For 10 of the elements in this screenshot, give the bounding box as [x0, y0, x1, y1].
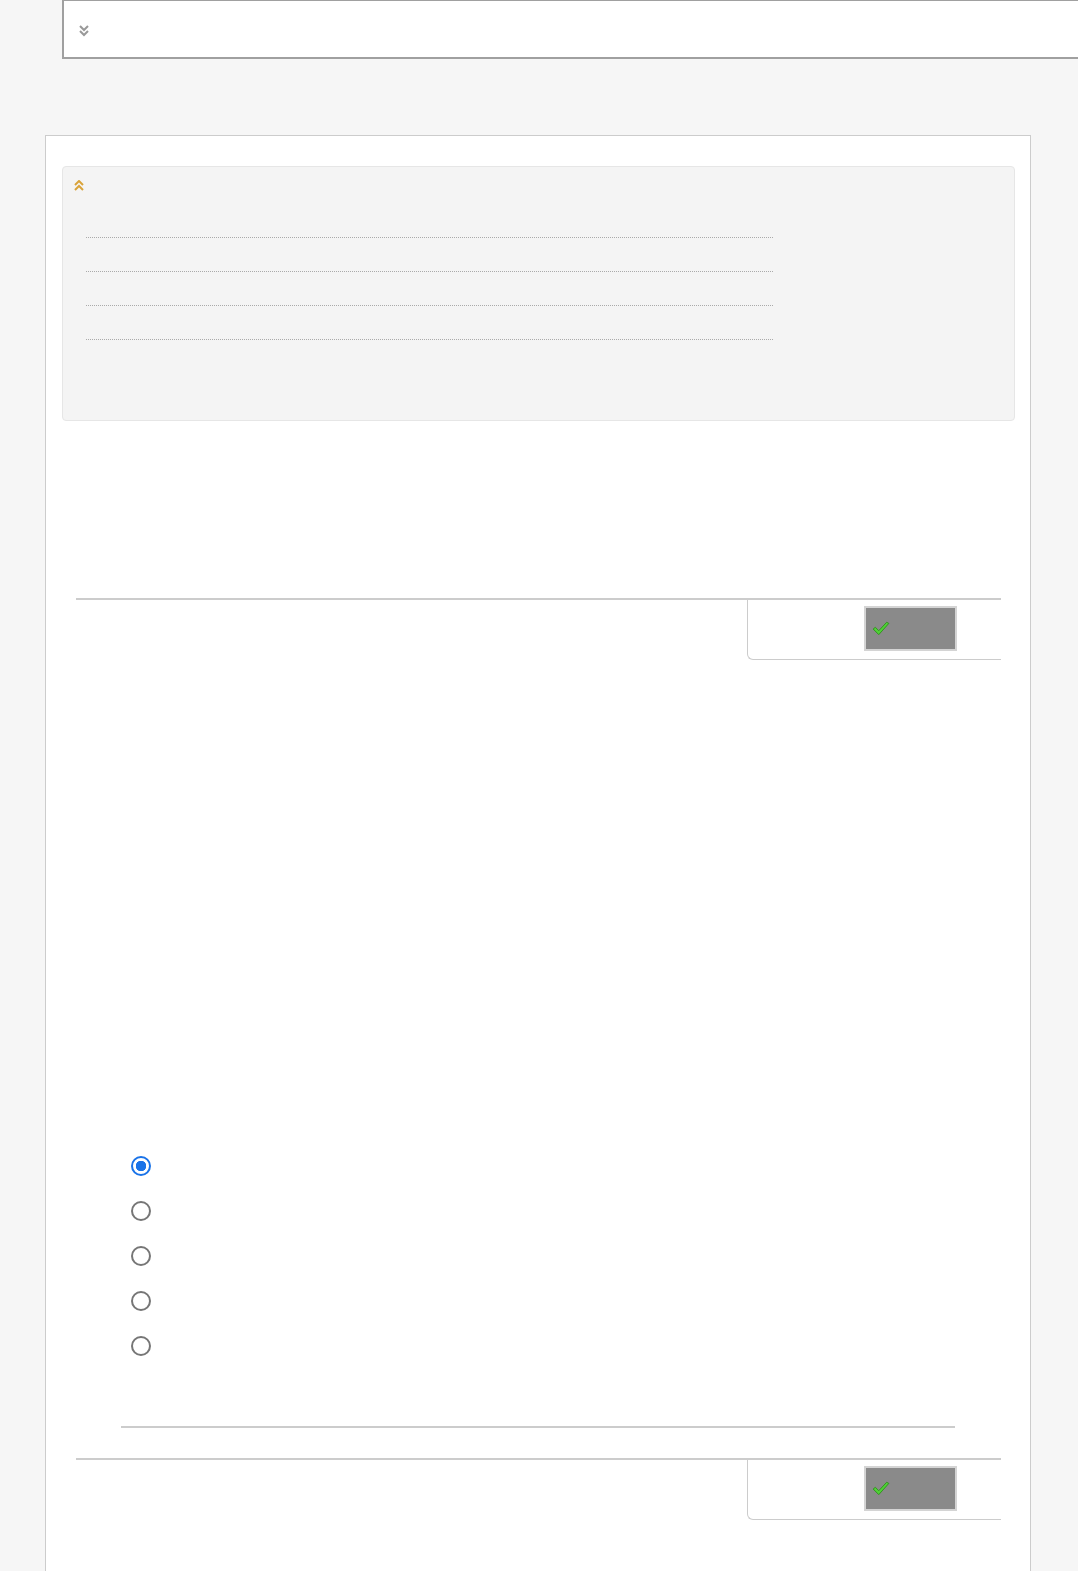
submit-button[interactable]: [864, 1466, 957, 1511]
checkmark-icon: [872, 620, 890, 637]
radio-button[interactable]: [131, 1336, 151, 1356]
checkmark-icon: [872, 1480, 890, 1497]
submit-button[interactable]: [864, 606, 957, 651]
radio-button[interactable]: [131, 1246, 151, 1266]
radio-button[interactable]: [131, 1156, 151, 1176]
chevrons-down-icon[interactable]: [78, 25, 90, 37]
radio-button[interactable]: [131, 1291, 151, 1311]
radio-button[interactable]: [131, 1201, 151, 1221]
